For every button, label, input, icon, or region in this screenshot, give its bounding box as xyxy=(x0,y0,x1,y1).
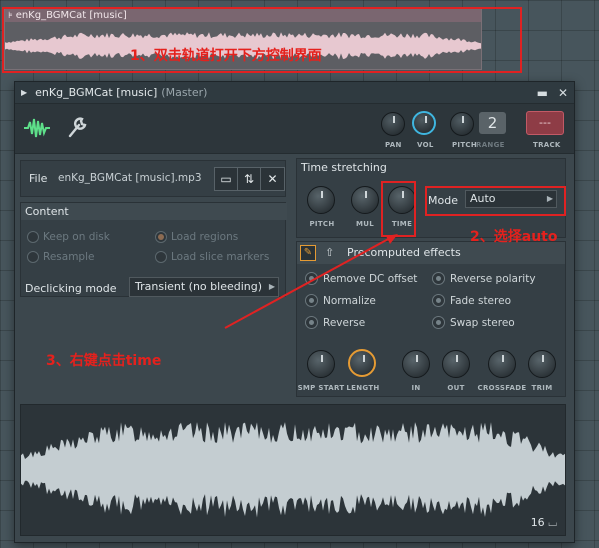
annotation-arrow xyxy=(224,234,398,329)
